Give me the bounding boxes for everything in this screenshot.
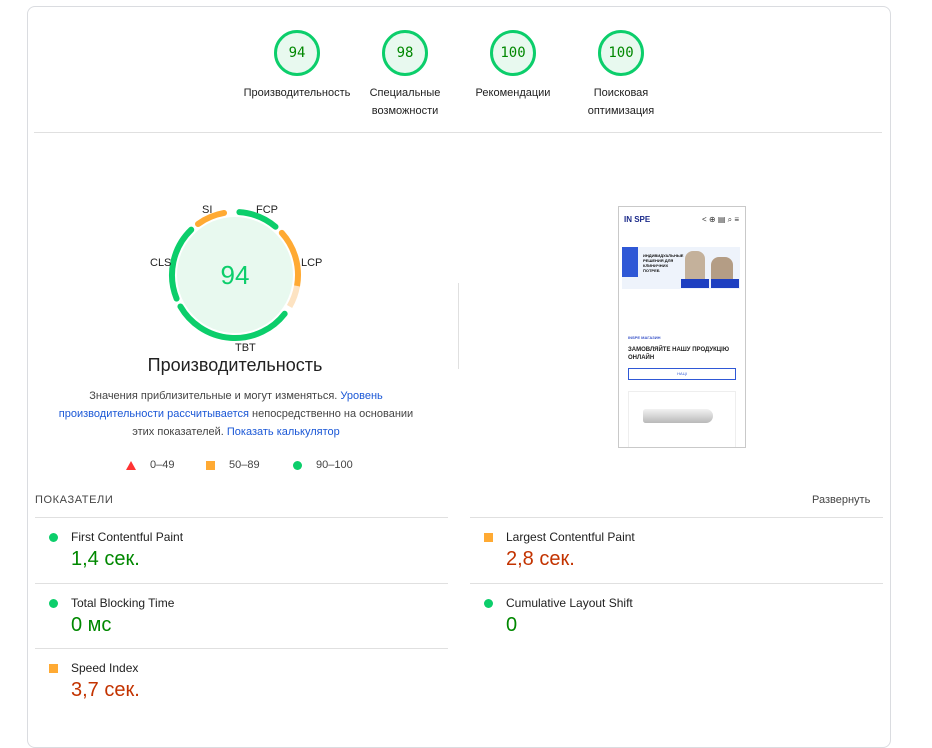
- divider: [458, 283, 459, 369]
- gauge-score: 94: [274, 30, 320, 76]
- metric-value: 2,8 сек.: [506, 548, 575, 570]
- metric-si: Speed Index 3,7 сек.: [35, 648, 448, 709]
- hero-title: ИНДИВИДУАЛЬНЫЕ РЕШЕНИЯ ДЛЯ КЛИНИЧНИХ ПОТ…: [643, 253, 684, 273]
- metric-tag-tbt: TBT: [235, 342, 256, 354]
- metric-cls: Cumulative Layout Shift 0: [470, 583, 883, 648]
- show-calculator-link[interactable]: Показать калькулятор: [227, 426, 340, 438]
- average-icon: [484, 533, 493, 542]
- site-logo: IN SPE: [624, 215, 651, 224]
- metric-title: Cumulative Layout Shift: [506, 596, 633, 610]
- pass-icon: [484, 599, 493, 608]
- legend-fail: 0–49: [126, 459, 174, 471]
- pass-icon: [49, 533, 58, 542]
- performance-score: 94: [221, 260, 250, 290]
- metric-tag-fcp: FCP: [256, 204, 278, 216]
- performance-description: Значения приблизительные и могут изменят…: [55, 387, 417, 441]
- metric-tag-si: SI: [202, 204, 213, 216]
- category-select: НАЦІ: [628, 368, 736, 380]
- gauge-seo[interactable]: 100 Поисковая оптимизация: [561, 30, 681, 120]
- hero-accent: [622, 247, 638, 277]
- performance-gauge-svg: 94: [169, 209, 301, 341]
- metric-lcp: Largest Contentful Paint 2,8 сек.: [470, 517, 883, 582]
- site-toolbar-icons: < ⊕ ▤ ⌕ ≡: [702, 215, 739, 224]
- gauge-label: Поисковая оптимизация: [587, 87, 655, 117]
- metrics-section-title: ПОКАЗАТЕЛИ: [35, 494, 114, 506]
- pass-icon: [49, 599, 58, 608]
- gauge-label: Производительность: [243, 87, 351, 99]
- caption-bar: [681, 279, 709, 288]
- metric-tbt: Total Blocking Time 0 мс: [35, 583, 448, 648]
- shop-label: INSPE МАГАЗИН: [628, 335, 661, 340]
- metric-title: First Contentful Paint: [71, 530, 184, 544]
- caption-bar: [711, 279, 739, 288]
- square-icon: [206, 460, 215, 470]
- metric-tag-lcp: LCP: [301, 257, 323, 269]
- page-screenshot[interactable]: IN SPE < ⊕ ▤ ⌕ ≡ ИНДИВИДУАЛЬНЫЕ РЕШЕНИЯ …: [618, 206, 746, 448]
- performance-title: Производительность: [147, 355, 323, 375]
- person-image: [685, 251, 705, 281]
- metric-value: 0: [506, 614, 518, 636]
- legend-average: 50–89: [206, 459, 260, 471]
- gauge-score: 98: [382, 30, 428, 76]
- metric-title: Total Blocking Time: [71, 596, 175, 610]
- gauge-score: 100: [490, 30, 536, 76]
- performance-gauge: 94 SI FCP LCP TBT CLS: [140, 200, 340, 360]
- metric-value: 1,4 сек.: [71, 548, 140, 570]
- gauge-accessibility[interactable]: 98 Специальные возможности: [345, 30, 465, 120]
- order-heading: ЗАМОВЛЯЙТЕ НАШУ ПРОДУКЦІЮ ОНЛАЙН: [628, 347, 730, 361]
- gauge-performance[interactable]: 94 Производительность: [237, 30, 357, 102]
- metric-fcp: First Contentful Paint 1,4 сек.: [35, 517, 448, 582]
- metric-value: 0 мс: [71, 614, 112, 636]
- average-icon: [49, 664, 58, 673]
- metric-title: Largest Contentful Paint: [506, 530, 635, 544]
- expand-button[interactable]: Развернуть: [812, 494, 870, 506]
- metric-value: 3,7 сек.: [71, 679, 140, 701]
- legend-range: 90–100: [316, 459, 353, 471]
- gauge-score: 100: [598, 30, 644, 76]
- product-image: [643, 409, 713, 423]
- gauge-label: Рекомендации: [475, 87, 551, 99]
- gauge-label: Специальные возможности: [369, 87, 441, 117]
- circle-icon: [293, 460, 302, 470]
- legend-range: 50–89: [229, 459, 260, 471]
- legend-range: 0–49: [150, 459, 175, 471]
- metric-title: Speed Index: [71, 661, 139, 675]
- gauge-best-practices[interactable]: 100 Рекомендации: [453, 30, 573, 102]
- desc-text: Значения приблизительные и могут изменят…: [89, 390, 341, 402]
- triangle-icon: [126, 460, 136, 470]
- metric-tag-cls: CLS: [150, 257, 172, 269]
- legend-pass: 90–100: [293, 459, 353, 471]
- divider: [34, 132, 882, 133]
